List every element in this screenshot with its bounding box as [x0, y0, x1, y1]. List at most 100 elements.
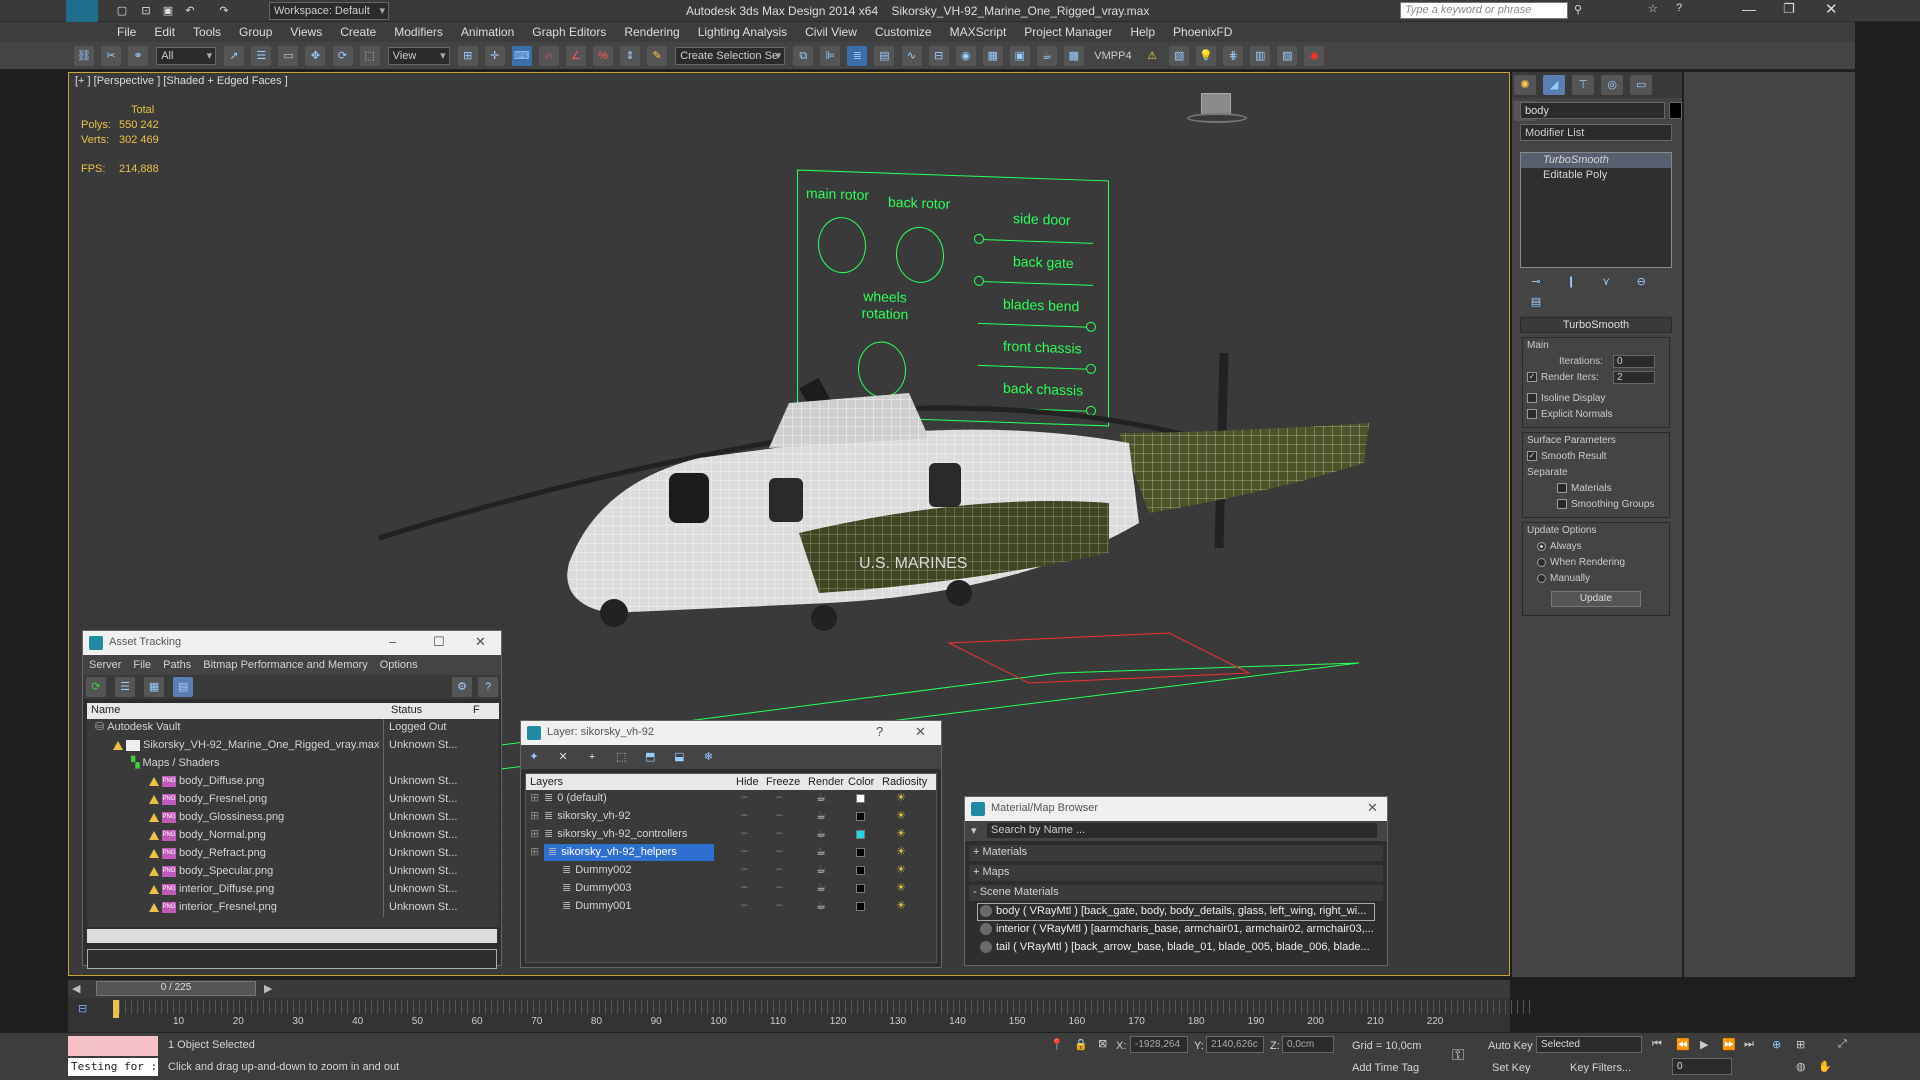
timeline[interactable]: ⊟ 10 20 30 40 50 60 70 80 90 100 110 120 130 140 150 16…	[68, 998, 1533, 1032]
go-to-start-icon[interactable]: ⏮	[1652, 1038, 1662, 1051]
open-file-icon[interactable]: ⊡	[136, 1, 156, 21]
prev-frame-icon[interactable]: ◀	[72, 982, 80, 995]
key-icon[interactable]: ⚿	[1452, 1047, 1464, 1065]
menu-item-maxscript[interactable]: MAXScript	[941, 22, 1016, 39]
mini-curve-editor-icon[interactable]: ⊟	[78, 1002, 87, 1015]
manipulate-icon[interactable]: ✛	[484, 46, 505, 66]
new-file-icon[interactable]: ▢	[112, 1, 132, 21]
render-icon[interactable]: ☕	[1036, 46, 1057, 66]
pan-icon[interactable]: ✋	[1818, 1060, 1832, 1073]
menu-item-phoenixfd[interactable]: PhoenixFD	[1164, 22, 1241, 39]
minimize-icon[interactable]: —	[1742, 1, 1756, 17]
menu-item-help[interactable]: Help	[1121, 22, 1164, 39]
radiosity-icon[interactable]: ☀	[896, 808, 906, 825]
turbosmooth-header[interactable]: TurboSmooth	[1520, 317, 1672, 333]
layer-manager-icon[interactable]: ≣	[847, 46, 868, 66]
star-icon[interactable]: ☆	[1648, 2, 1658, 15]
help-icon[interactable]: ?	[478, 677, 498, 697]
close-icon[interactable]: ✕	[1825, 0, 1838, 18]
edit-named-selection-icon[interactable]: ✎	[647, 46, 668, 66]
timeline-track[interactable]	[113, 1000, 1533, 1014]
asset-row[interactable]: Sikorsky_VH-92_Marine_One_Rigged_vray.ma…	[87, 737, 499, 755]
menu-item-views[interactable]: Views	[281, 22, 331, 39]
menu-item-graph-editors[interactable]: Graph Editors	[523, 22, 615, 39]
render-frame-icon[interactable]: ▣	[1009, 46, 1030, 66]
layer-row[interactable]: ≣ Dummy003 ┄ ┄ ☕ ☀	[526, 880, 936, 898]
select-by-name-icon[interactable]: ☰	[251, 46, 272, 66]
expand-icon[interactable]: ⊞	[530, 808, 539, 825]
freeze-toggle[interactable]: ┄	[776, 880, 783, 897]
keyboard-shortcut-icon[interactable]: ⌨	[511, 46, 532, 66]
zoom-icon[interactable]: ⊕	[1772, 1038, 1781, 1051]
asset-tracking-titlebar[interactable]: Asset Tracking – ☐ ✕	[83, 631, 501, 655]
absolute-mode-icon[interactable]: ⊠	[1098, 1037, 1107, 1050]
create-tab-icon[interactable]: ✺	[1514, 75, 1536, 95]
asset-row[interactable]: PNG body_Refract.png Unknown St...	[87, 845, 499, 863]
play-icon[interactable]: ▶	[1700, 1038, 1708, 1051]
pin-stack-icon[interactable]: ⊸	[1526, 272, 1546, 292]
display-tab-icon[interactable]: ▭	[1630, 75, 1653, 95]
settings-icon[interactable]: ⚙	[452, 677, 472, 697]
menu-item-modifiers[interactable]: Modifiers	[385, 22, 452, 39]
menu-item-lighting-analysis[interactable]: Lighting Analysis	[689, 22, 796, 39]
help-icon[interactable]: ?	[1676, 2, 1682, 14]
vray-icon[interactable]: ▩	[1063, 46, 1084, 66]
save-file-icon[interactable]: ▣	[158, 1, 178, 21]
key-mode-select[interactable]: Selected	[1536, 1036, 1642, 1053]
asset-menu-server[interactable]: Server	[83, 655, 127, 671]
object-color-swatch[interactable]	[1669, 102, 1682, 119]
viewcube[interactable]	[1187, 93, 1247, 127]
motion-tab-icon[interactable]: ◎	[1601, 75, 1624, 95]
modify-tab-icon[interactable]: ◢	[1543, 75, 1566, 95]
prev-key-icon[interactable]: ⏪	[1676, 1038, 1690, 1051]
graphite-icon[interactable]: ▤	[874, 46, 895, 66]
material-browser-titlebar[interactable]: Material/Map Browser ✕	[965, 797, 1387, 821]
asset-menu-paths[interactable]: Paths	[157, 655, 197, 671]
helicopter-model[interactable]: U.S. MARINES	[369, 273, 1449, 713]
remove-modifier-icon[interactable]: ⊖	[1631, 272, 1651, 292]
asset-row[interactable]: PNG body_Specular.png Unknown St...	[87, 863, 499, 881]
ref-coord-select[interactable]: View	[387, 47, 450, 65]
stop-icon[interactable]: ◆	[1304, 46, 1325, 66]
workspace-select[interactable]: Workspace: Default	[269, 2, 389, 20]
asset-menu-bitmap-performance-and-memory[interactable]: Bitmap Performance and Memory	[197, 655, 373, 671]
hide-toggle[interactable]: ┄	[741, 790, 748, 807]
vmpp-label[interactable]: VMPP4	[1091, 46, 1135, 66]
x-coordinate-field[interactable]: -1928,264	[1130, 1036, 1188, 1053]
hide-toggle[interactable]: ┄	[741, 808, 748, 825]
material-search-input[interactable]: Search by Name ...	[987, 823, 1377, 838]
render-setup-icon[interactable]: ▦	[982, 46, 1003, 66]
menu-item-customize[interactable]: Customize	[866, 22, 941, 39]
menu-item-tools[interactable]: Tools	[184, 22, 230, 39]
menu-item-animation[interactable]: Animation	[452, 22, 523, 39]
layer-color-swatch[interactable]	[856, 866, 865, 875]
restore-icon[interactable]: ❐	[1783, 1, 1795, 17]
isolate-icon[interactable]: 📍	[1050, 1038, 1064, 1051]
layer-row[interactable]: ⊞ ≣ sikorsky_vh-92 ┄ ┄ ☕ ☀	[526, 808, 936, 826]
current-frame-spinner[interactable]: 0	[1672, 1058, 1732, 1075]
hide-all-icon[interactable]: ⬓	[669, 747, 689, 767]
refresh-icon[interactable]: ⟳	[86, 677, 106, 697]
asset-menu-options[interactable]: Options	[374, 655, 424, 671]
layer-color-swatch[interactable]	[856, 830, 865, 839]
go-to-end-icon[interactable]: ⏭	[1744, 1038, 1754, 1051]
menu-item-civil-view[interactable]: Civil View	[796, 22, 866, 39]
y-coordinate-field[interactable]: 2140,626c	[1206, 1036, 1264, 1053]
materials-checkbox[interactable]	[1557, 483, 1567, 494]
asset-row[interactable]: PNG interior_Fresnel.png Unknown St...	[87, 899, 499, 917]
side-door-slider[interactable]	[974, 233, 984, 245]
select-icon[interactable]: ➚	[224, 46, 245, 66]
scene-materials-group[interactable]: - Scene Materials	[969, 885, 1383, 901]
asset-hscrollbar[interactable]	[87, 929, 497, 943]
scale-icon[interactable]: ⬚	[359, 46, 380, 66]
scene-material-item[interactable]: interior ( VRayMtl ) [aarmcharis_base, a…	[977, 921, 1375, 939]
maxscript-mini-listener[interactable]: Testing for :	[68, 1058, 158, 1076]
table-view-icon[interactable]: ▤	[173, 677, 194, 697]
link-icon[interactable]: ⛓	[74, 46, 94, 66]
hide-toggle[interactable]: ┄	[741, 826, 748, 843]
render-teapot-icon[interactable]: ☕	[816, 826, 826, 843]
named-selection-set-select[interactable]: Create Selection Se	[675, 47, 786, 65]
thumbnail-view-icon[interactable]: ▦	[144, 677, 165, 697]
key-filters-button[interactable]: Key Filters...	[1570, 1062, 1631, 1074]
auto-key-button[interactable]: Auto Key	[1488, 1040, 1533, 1052]
